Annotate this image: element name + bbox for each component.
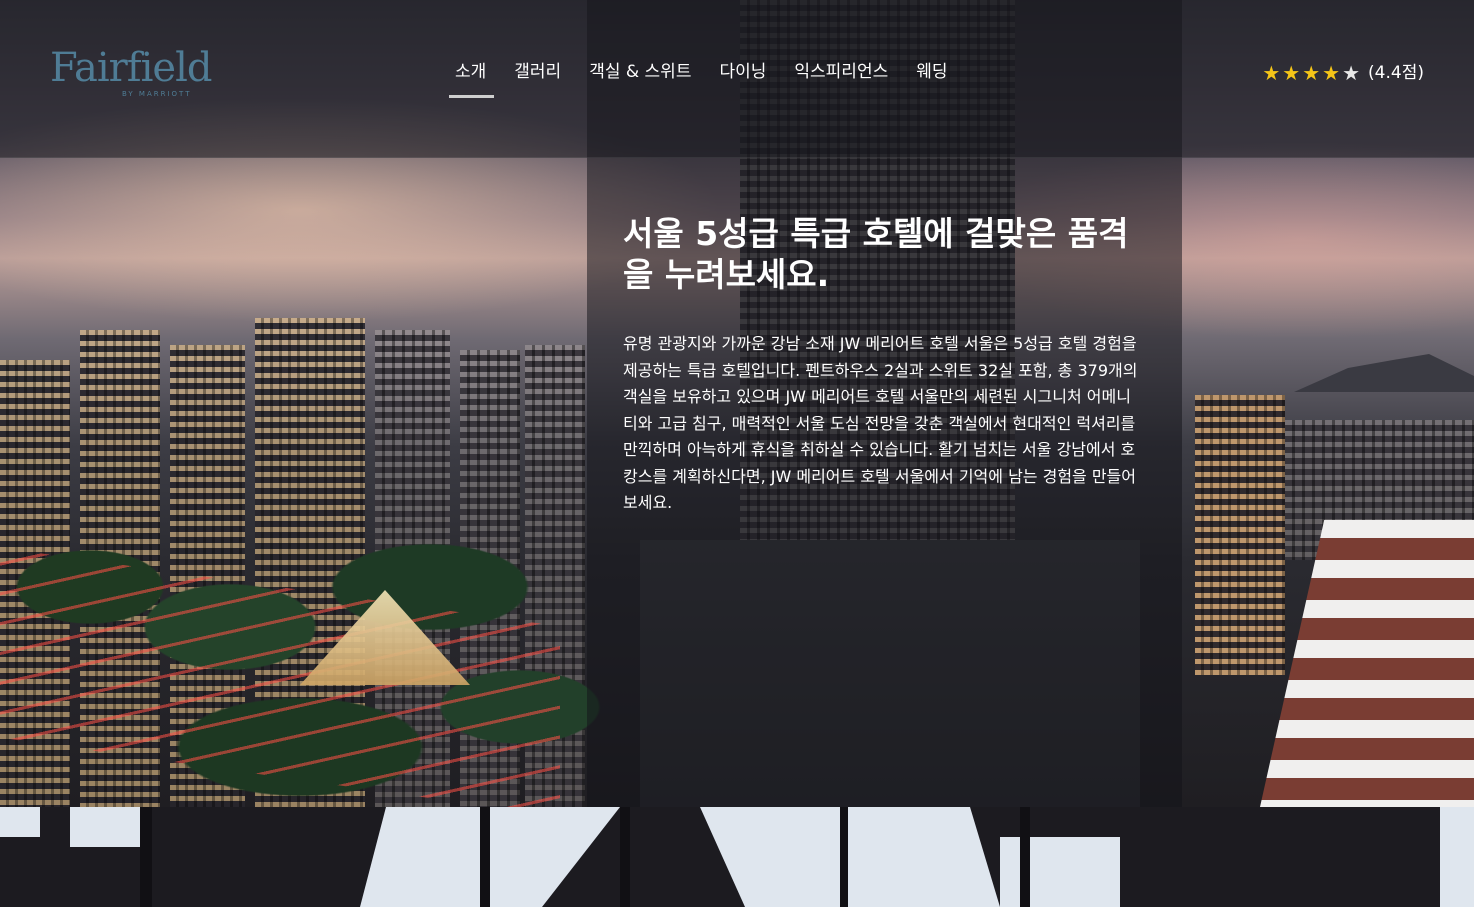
skylight-pane <box>70 807 140 847</box>
roof-beam <box>480 807 490 907</box>
intro-title: 서울 5성급 특급 호텔에 걸맞은 품격을 누려보세요. <box>623 214 1129 294</box>
skylight-pane <box>1440 807 1474 907</box>
logo-subtitle: BY MARRIOTT <box>122 90 192 98</box>
skylight-pane <box>360 807 620 907</box>
roof-beam <box>620 807 630 907</box>
logo-wordmark: Fairfield <box>50 45 212 91</box>
main-nav: 소개 갤러리 객실 & 스위트 다이닝 익스피리언스 웨딩 <box>449 60 962 98</box>
nav-item-gallery[interactable]: 갤러리 <box>500 60 575 98</box>
nav-item-wedding[interactable]: 웨딩 <box>902 60 961 98</box>
roof-beam <box>1020 807 1030 907</box>
roof-beam <box>140 807 152 907</box>
next-section-image <box>0 807 1474 907</box>
nav-item-experience[interactable]: 익스피리언스 <box>780 60 902 98</box>
nav-item-about[interactable]: 소개 <box>449 60 500 98</box>
star-full-icon: ★ <box>1322 61 1341 85</box>
skylight-pane <box>700 807 1000 907</box>
site-header: Fairfield BY MARRIOTT 소개 갤러리 객실 & 스위트 다이… <box>0 0 1474 158</box>
star-full-icon: ★ <box>1262 61 1281 85</box>
skylight-pane <box>1000 837 1120 907</box>
roof-beam <box>840 807 848 907</box>
nav-item-rooms-suites[interactable]: 객실 & 스위트 <box>575 60 705 98</box>
hotel-rating[interactable]: ★ ★ ★ ★ ★ (4.4점) <box>1262 60 1424 86</box>
star-full-icon: ★ <box>1282 61 1301 85</box>
brand-logo[interactable]: Fairfield BY MARRIOTT <box>50 46 220 106</box>
rating-score-text: (4.4점) <box>1368 63 1424 83</box>
star-partial-icon: ★ <box>1342 61 1361 85</box>
star-full-icon: ★ <box>1302 61 1321 85</box>
intro-description: 유명 관광지와 가까운 강남 소재 JW 메리어트 호텔 서울은 5성급 호텔 … <box>623 334 1138 512</box>
mountain-silhouette <box>1294 354 1474 392</box>
nav-item-dining[interactable]: 다이닝 <box>705 60 780 98</box>
skylight-pane <box>0 807 40 837</box>
